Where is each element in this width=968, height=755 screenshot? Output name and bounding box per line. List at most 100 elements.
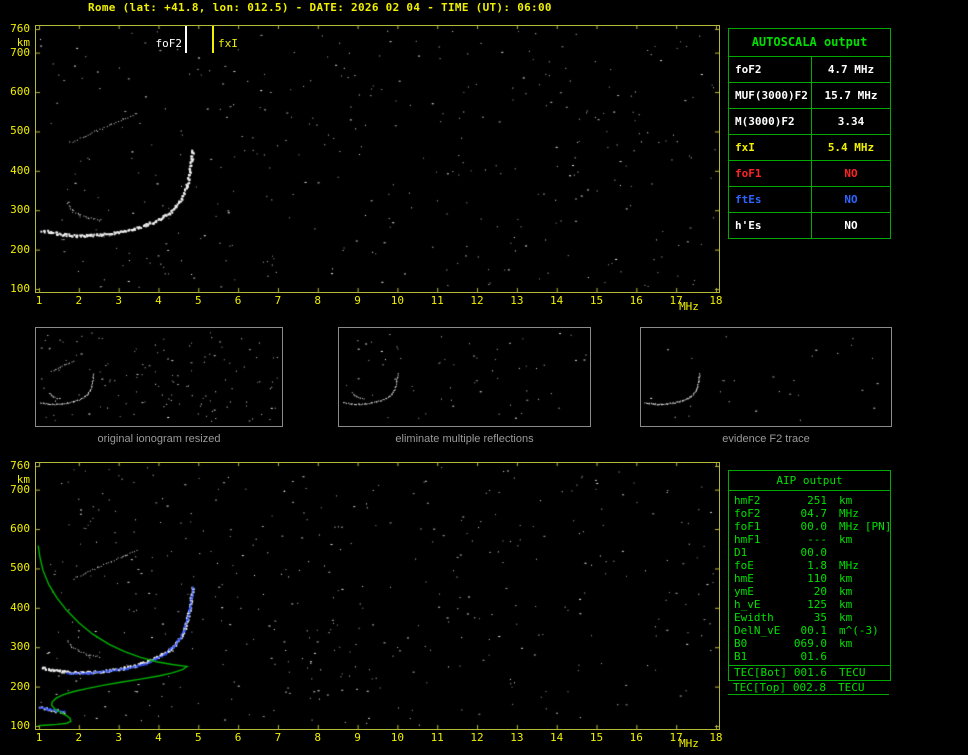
- y-tick-label: 100: [10, 282, 30, 296]
- y-axis-unit: km: [16, 473, 30, 486]
- x-tick-label: 3: [115, 294, 122, 307]
- thumbnail-caption: eliminate multiple reflections: [395, 433, 534, 445]
- x-tick-label: 10: [390, 731, 404, 744]
- aip-row-label: h_vE: [734, 598, 761, 611]
- x-tick-label: 13: [510, 731, 524, 744]
- x-tick-label: 5: [194, 294, 202, 307]
- y-tick-label: 400: [10, 163, 30, 177]
- thumbnail-caption: original ionogram resized: [97, 433, 221, 445]
- aip-row-unit: km: [839, 611, 853, 624]
- y-tick-label: 100: [10, 719, 30, 733]
- aip-title: AIP output: [729, 471, 890, 491]
- aip-row-unit: km: [839, 585, 853, 598]
- autoscala-row-value: NO: [844, 219, 858, 232]
- page-title: Rome (lat: +41.8, lon: 012.5) - DATE: 20…: [88, 1, 552, 14]
- autoscala-row-label: M(3000)F2: [729, 109, 812, 134]
- aip-row-unit: TECU: [838, 681, 865, 694]
- aip-row: ymE 20 km: [729, 585, 890, 598]
- aip-row-extra: [PN]: [864, 520, 892, 533]
- aip-row-label: Ewidth: [734, 611, 774, 624]
- top-ionogram-plot: [35, 25, 720, 293]
- aip-row-label: hmF1: [734, 533, 761, 546]
- autoscala-row-label: ftEs: [729, 187, 812, 212]
- x-tick-label: 18: [709, 294, 723, 307]
- aip-row-label: foE: [734, 559, 754, 572]
- aip-row-unit: TECU: [839, 666, 866, 679]
- aip-row-label: B1: [734, 650, 748, 663]
- x-tick-label: 1: [35, 294, 43, 307]
- autoscala-row-label: fxI: [729, 135, 812, 160]
- x-tick-label: 14: [550, 294, 564, 307]
- aip-row-label: DelN_vE: [734, 624, 781, 637]
- y-tick-label: 200: [10, 242, 30, 256]
- autoscala-row-value: NO: [844, 193, 858, 206]
- autoscala-row: fxI 5.4 MHz: [729, 135, 890, 161]
- aip-row-value: ---: [807, 533, 827, 546]
- x-axis-unit: MHz: [679, 737, 699, 750]
- aip-row: hmE 110 km: [729, 572, 890, 585]
- autoscala-row: h'Es NO: [729, 213, 890, 238]
- aip-row: Ewidth 35 km: [729, 611, 890, 624]
- autoscala-row: MUF(3000)F2 15.7 MHz: [729, 83, 890, 109]
- x-tick-label: 9: [354, 294, 361, 307]
- x-tick-label: 15: [589, 294, 604, 307]
- autoscala-row-value: NO: [844, 167, 858, 180]
- y-tick-label: 760: [10, 22, 30, 35]
- aip-panel: AIP output hmF2 251 km foF2 04.7 MHz foF…: [728, 470, 891, 681]
- aip-row-value: 35: [813, 611, 827, 624]
- y-tick-label: 400: [10, 600, 30, 614]
- aip-row: B1 01.6: [729, 650, 890, 663]
- thumbnail-eliminate-reflections: [338, 327, 591, 427]
- aip-row-unit: MHz: [839, 520, 859, 533]
- y-tick-label: 300: [10, 203, 30, 217]
- aip-row-value: 251: [807, 494, 827, 507]
- x-tick-label: 10: [390, 294, 404, 307]
- autoscala-title: AUTOSCALA output: [729, 29, 890, 57]
- aip-body: hmF2 251 km foF2 04.7 MHz foF1 00.0 MHz …: [729, 491, 892, 665]
- fxi-marker-line: [212, 26, 214, 53]
- aip-row-unit: km: [839, 572, 853, 585]
- x-tick-label: 6: [234, 731, 242, 744]
- aip-row-label: B0: [734, 637, 748, 650]
- autoscala-screen: Rome (lat: +41.8, lon: 012.5) - DATE: 20…: [0, 0, 968, 755]
- y-axis-unit: km: [16, 36, 30, 49]
- aip-row-value: 00.0: [800, 520, 828, 533]
- x-tick-label: 18: [709, 731, 723, 744]
- x-tick-label: 14: [550, 731, 564, 744]
- autoscala-row: foF1 NO: [729, 161, 890, 187]
- aip-row-value: 125: [807, 598, 827, 611]
- autoscala-row-label: foF1: [729, 161, 812, 186]
- aip-row-unit: MHz: [839, 559, 859, 572]
- aip-row: hmF1 --- km: [729, 533, 890, 546]
- aip-row-label: ymE: [734, 585, 754, 598]
- aip-row-label: D1: [734, 546, 748, 559]
- aip-row: foF2 04.7 MHz: [729, 507, 890, 520]
- autoscala-row-label: h'Es: [729, 213, 812, 238]
- autoscala-row-value: 15.7 MHz: [824, 89, 878, 102]
- aip-row: D1 00.0: [729, 546, 890, 559]
- x-tick-label: 16: [629, 294, 643, 307]
- aip-row-unit: km: [839, 637, 853, 650]
- x-tick-label: 12: [470, 731, 484, 744]
- aip-row-value: 00.1: [800, 624, 828, 637]
- aip-row-value: 01.6: [800, 650, 828, 663]
- aip-row-tec-top: TEC[Top] 002.8 TECU: [728, 681, 889, 695]
- fof2-marker-line: [185, 26, 187, 53]
- x-tick-label: 5: [194, 731, 202, 744]
- x-tick-label: 15: [589, 731, 604, 744]
- aip-row-unit: m^(-3): [839, 624, 879, 637]
- x-tick-label: 11: [430, 294, 444, 307]
- x-tick-label: 4: [155, 731, 162, 744]
- y-tick-label: 600: [10, 85, 30, 99]
- aip-row-value: 002.8: [792, 681, 826, 694]
- autoscala-row-value: 4.7 MHz: [827, 63, 875, 76]
- aip-row: hmF2 251 km: [729, 494, 890, 507]
- aip-row-value: 1.8: [807, 559, 827, 572]
- aip-row-value: 110: [807, 572, 827, 585]
- x-tick-label: 12: [470, 294, 484, 307]
- x-tick-label: 6: [234, 294, 242, 307]
- x-tick-label: 9: [354, 731, 361, 744]
- aip-row: h_vE 125 km: [729, 598, 890, 611]
- y-tick-label: 500: [10, 561, 30, 575]
- aip-row-label: hmE: [734, 572, 754, 585]
